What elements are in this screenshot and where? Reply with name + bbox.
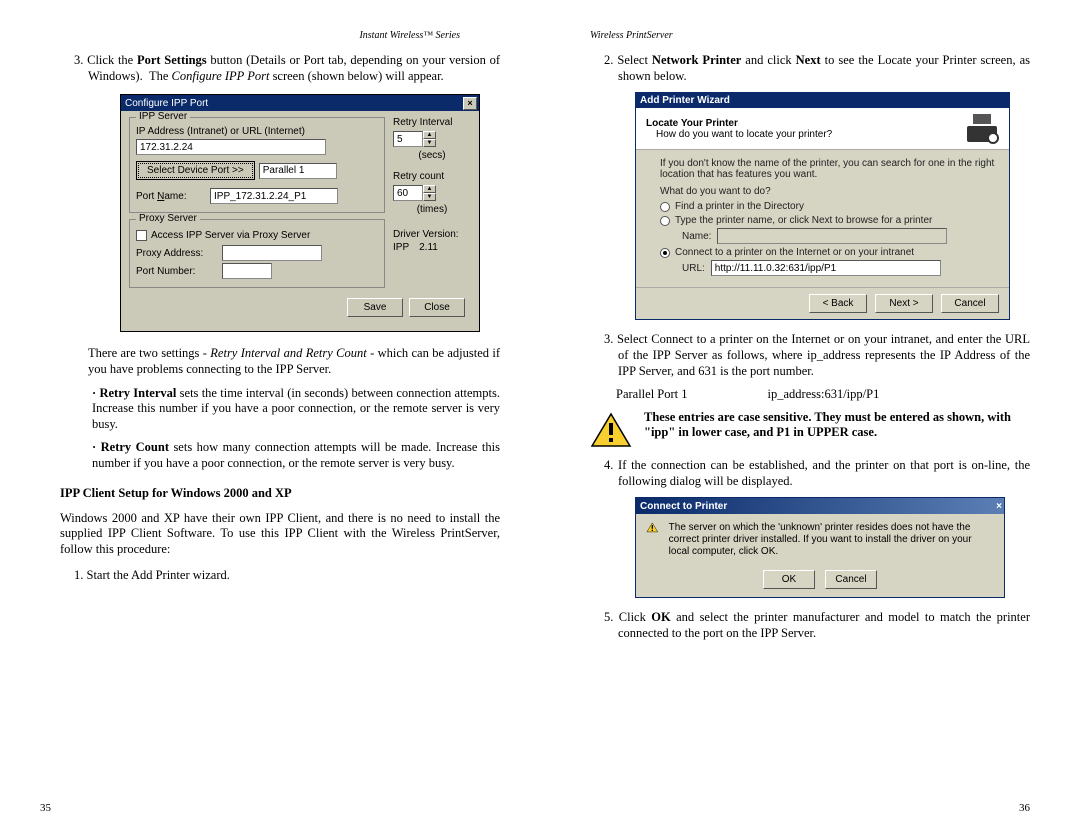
radio-find-directory[interactable] [660,202,670,212]
step-2-right: 2. Select Network Printer and click Next… [590,53,1030,84]
warning-icon [590,412,632,448]
proxy-port-label: Port Number: [136,266,222,277]
spinner-up-icon[interactable]: ▲ [423,185,436,193]
port-name-input[interactable] [210,188,338,204]
wizard-hint: If you don't know the name of the printe… [660,158,997,180]
warning-row: These entries are case sensitive. They m… [590,410,1030,448]
parallel-port-url: ip_address:631/ipp/P1 [768,387,880,402]
device-port-display [259,163,337,179]
retry-interval-bullet: · Retry Interval sets the time interval … [92,386,500,433]
retry-count-label: Retry count [393,171,471,182]
proxy-checkbox-label: Access IPP Server via Proxy Server [151,230,310,241]
cancel-button[interactable]: Cancel [941,294,999,313]
proxy-checkbox[interactable] [136,230,147,241]
spinner-down-icon[interactable]: ▼ [423,193,436,201]
name-label: Name: [682,231,711,242]
opt3-label: Connect to a printer on the Internet or … [675,247,914,258]
parallel-port-label: Parallel Port 1 [616,387,688,402]
ipp-version: 2.11 [419,242,438,253]
warning-icon [646,522,659,546]
dlg3-title: Connect to Printer [640,501,727,512]
radio-connect-internet[interactable] [660,248,670,258]
proxy-server-group: Proxy Server Access IPP Server via Proxy… [129,219,385,288]
page-left: Instant Wireless™ Series 3. Click the Po… [0,0,540,834]
page-number-left: 35 [40,802,51,814]
page-right: Wireless PrintServer 2. Select Network P… [540,0,1080,834]
retry-count-input[interactable] [393,185,423,201]
url-label: URL: [682,263,705,274]
retry-count-bullet: · Retry Count sets how many connection a… [92,440,500,471]
printer-name-input[interactable] [717,228,947,244]
ipp-server-legend: IPP Server [136,111,190,122]
next-button[interactable]: Next > [875,294,933,313]
warning-text: These entries are case sensitive. They m… [644,410,1030,448]
win2000xp-paragraph: Windows 2000 and XP have their own IPP C… [60,511,500,558]
page-number-right: 36 [1019,802,1030,814]
retry-interval-input[interactable] [393,131,423,147]
close-button[interactable]: Close [409,298,465,317]
driver-version-label: Driver Version: [393,229,471,240]
proxy-port-input[interactable] [222,263,272,279]
retry-interval-label: Retry Interval [393,117,471,128]
ipp-label: IPP [393,242,409,253]
step-4-right: 4. If the connection can be established,… [590,458,1030,489]
configure-ipp-port-dialog: Configure IPP Port × IPP Server IP Addre… [120,94,480,332]
ip-input[interactable] [136,139,326,155]
port-name-label: Port Name: [136,191,210,202]
secs-label: (secs) [393,150,471,161]
step-3-right: 3. Select Connect to a printer on the In… [590,332,1030,379]
add-printer-wizard-dialog: Add Printer Wizard Locate Your Printer H… [635,92,1010,320]
printer-url-input[interactable] [711,260,941,276]
close-icon[interactable]: × [463,97,477,110]
cancel-button[interactable]: Cancel [825,570,877,589]
dlg1-titlebar: Configure IPP Port × [121,95,479,111]
locate-printer-heading: Locate Your Printer [646,118,832,129]
back-button[interactable]: < Back [809,294,867,313]
dlg3-message: The server on which the 'unknown' printe… [669,522,994,558]
step-3-left: 3. Click the Port Settings button (Detai… [60,53,500,84]
opt1-label: Find a printer in the Directory [675,201,804,212]
step-5-right: 5. Click OK and select the printer manuf… [590,610,1030,641]
dlg2-titlebar: Add Printer Wizard [636,93,1009,108]
spinner-down-icon[interactable]: ▼ [423,139,436,147]
connect-to-printer-dialog: Connect to Printer × The server on which… [635,497,1005,598]
ip-label: IP Address (Intranet) or URL (Internet) [136,126,378,137]
times-label: (times) [393,204,471,215]
step-1b: 1. Start the Add Printer wizard. [60,568,500,584]
dlg1-title: Configure IPP Port [125,98,208,109]
spinner-up-icon[interactable]: ▲ [423,131,436,139]
locate-printer-sub: How do you want to locate your printer? [646,129,832,140]
proxy-legend: Proxy Server [136,213,200,224]
retry-settings-intro: There are two settings - Retry Interval … [88,346,500,377]
proxy-address-label: Proxy Address: [136,248,222,259]
printer-icon [965,114,999,144]
wizard-question: What do you want to do? [660,186,997,197]
opt2-label: Type the printer name, or click Next to … [675,215,932,226]
select-device-port-button[interactable]: Select Device Port >> [136,161,255,180]
header-right: Wireless PrintServer [590,30,1030,41]
close-icon[interactable]: × [996,501,1002,512]
proxy-address-input[interactable] [222,245,322,261]
ok-button[interactable]: OK [763,570,815,589]
ipp-client-setup-heading: IPP Client Setup for Windows 2000 and XP [60,486,500,501]
ipp-server-group: IPP Server IP Address (Intranet) or URL … [129,117,385,213]
save-button[interactable]: Save [347,298,403,317]
header-left: Instant Wireless™ Series [60,30,500,41]
radio-type-name[interactable] [660,216,670,226]
